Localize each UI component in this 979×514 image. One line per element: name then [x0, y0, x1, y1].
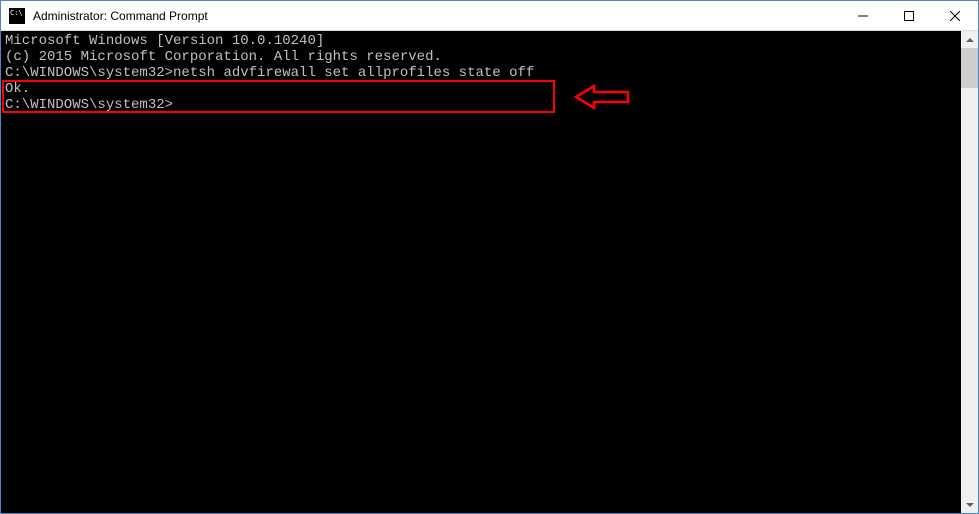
close-button[interactable]: [932, 1, 978, 30]
scroll-thumb[interactable]: [961, 48, 978, 88]
window-title: Administrator: Command Prompt: [33, 9, 840, 23]
command-prompt-window: Administrator: Command Prompt Microsoft …: [0, 0, 979, 514]
window-controls: [840, 1, 978, 30]
chevron-up-icon: [966, 36, 974, 44]
prompt-path: C:\WINDOWS\system32>: [5, 97, 173, 113]
version-line: Microsoft Windows [Version 10.0.10240]: [5, 33, 957, 49]
terminal-output[interactable]: Microsoft Windows [Version 10.0.10240](c…: [1, 31, 961, 513]
command-line-2: C:\WINDOWS\system32>: [5, 97, 957, 113]
copyright-line: (c) 2015 Microsoft Corporation. All righ…: [5, 49, 957, 65]
close-icon: [950, 11, 960, 21]
chevron-down-icon: [966, 501, 974, 509]
content-area: Microsoft Windows [Version 10.0.10240](c…: [1, 31, 978, 513]
scroll-track[interactable]: [961, 48, 978, 496]
scroll-down-button[interactable]: [961, 496, 978, 513]
scroll-up-button[interactable]: [961, 31, 978, 48]
command-text: netsh advfirewall set allprofiles state …: [173, 65, 534, 81]
maximize-button[interactable]: [886, 1, 932, 30]
minimize-button[interactable]: [840, 1, 886, 30]
command-line-1: C:\WINDOWS\system32>netsh advfirewall se…: [5, 65, 957, 81]
minimize-icon: [858, 11, 868, 21]
result-line: Ok.: [5, 81, 957, 97]
cmd-icon: [9, 8, 25, 24]
vertical-scrollbar[interactable]: [961, 31, 978, 513]
titlebar[interactable]: Administrator: Command Prompt: [1, 1, 978, 31]
maximize-icon: [904, 11, 914, 21]
prompt-path: C:\WINDOWS\system32>: [5, 65, 173, 81]
